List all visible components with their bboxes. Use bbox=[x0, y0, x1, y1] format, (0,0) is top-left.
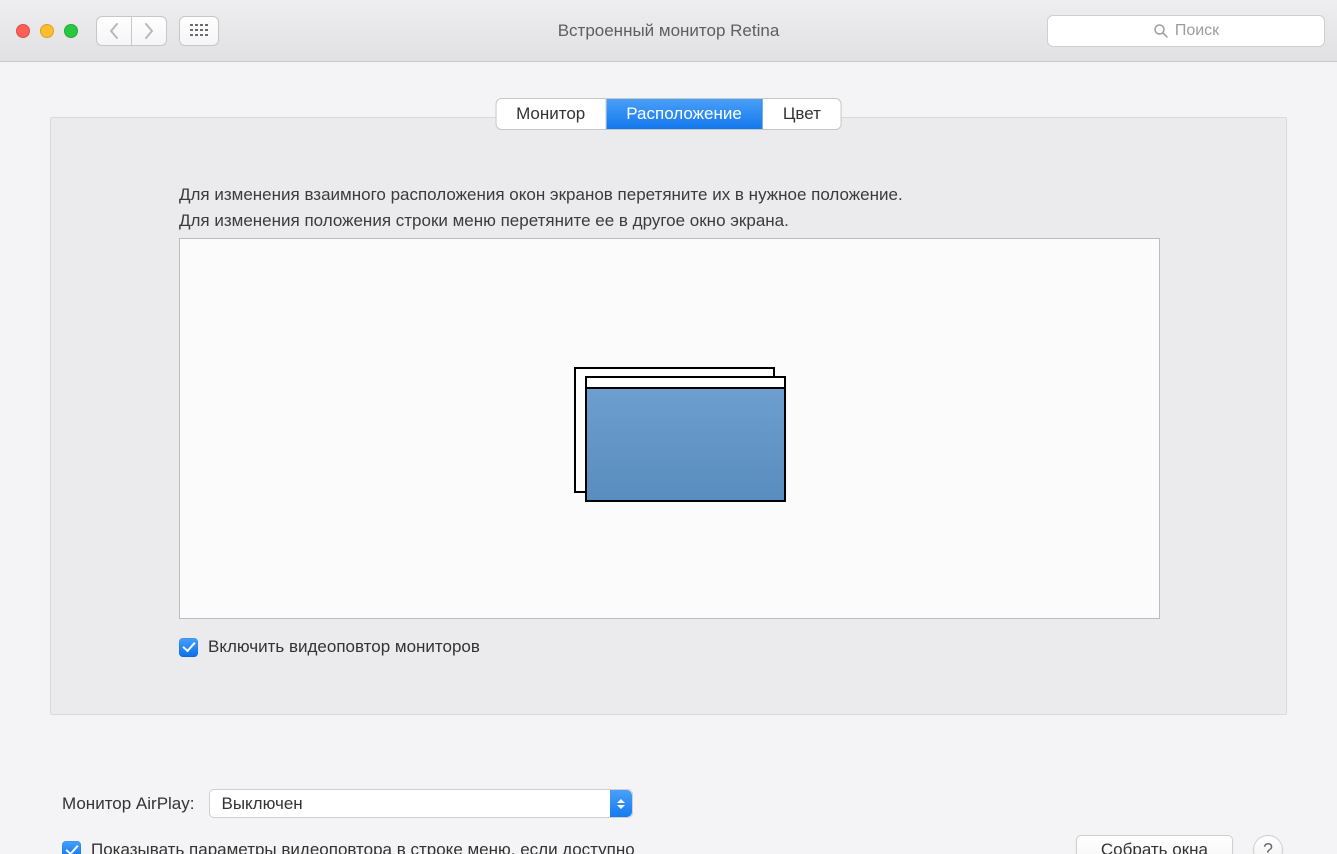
gather-windows-label: Собрать окна bbox=[1101, 840, 1208, 854]
forward-button[interactable] bbox=[131, 16, 167, 46]
tab-arrangement[interactable]: Расположение bbox=[606, 99, 763, 129]
chevron-right-icon bbox=[144, 23, 154, 39]
help-button[interactable]: ? bbox=[1253, 835, 1283, 854]
instructions: Для изменения взаимного расположения око… bbox=[179, 182, 1158, 235]
tab-bar: Монитор Расположение Цвет bbox=[495, 98, 842, 130]
show-mirroring-label: Показывать параметры видеоповтора в стро… bbox=[91, 840, 635, 854]
instruction-line-2: Для изменения положения строки меню пере… bbox=[179, 208, 1158, 234]
mirror-checkbox[interactable] bbox=[179, 638, 198, 657]
tab-color[interactable]: Цвет bbox=[763, 99, 841, 129]
search-icon bbox=[1153, 23, 1169, 39]
search-input[interactable]: Поиск bbox=[1047, 15, 1325, 47]
grid-icon bbox=[190, 24, 208, 38]
instruction-line-1: Для изменения взаимного расположения око… bbox=[179, 182, 1158, 208]
gather-windows-button[interactable]: Собрать окна bbox=[1076, 835, 1233, 854]
back-button[interactable] bbox=[96, 16, 131, 46]
tab-monitor[interactable]: Монитор bbox=[496, 99, 606, 129]
traffic-lights bbox=[16, 24, 78, 38]
close-button[interactable] bbox=[16, 24, 30, 38]
show-mirroring-row: Показывать параметры видеоповтора в стро… bbox=[62, 840, 635, 854]
show-mirroring-checkbox[interactable] bbox=[62, 841, 81, 854]
preference-body: Монитор Расположение Цвет Для изменения … bbox=[0, 62, 1337, 854]
mirror-label: Включить видеоповтор мониторов bbox=[208, 637, 480, 657]
minimize-button[interactable] bbox=[40, 24, 54, 38]
zoom-button[interactable] bbox=[64, 24, 78, 38]
menu-bar-handle[interactable] bbox=[587, 378, 784, 389]
search-placeholder: Поиск bbox=[1175, 22, 1219, 40]
select-stepper-icon bbox=[610, 790, 632, 817]
airplay-label: Монитор AirPlay: bbox=[62, 794, 195, 814]
show-all-button[interactable] bbox=[179, 16, 219, 46]
mirror-row: Включить видеоповтор мониторов bbox=[179, 637, 480, 657]
airplay-row: Монитор AirPlay: Выключен bbox=[62, 789, 633, 818]
help-icon: ? bbox=[1263, 840, 1273, 854]
arrangement-area[interactable] bbox=[179, 238, 1160, 619]
chevron-left-icon bbox=[109, 23, 119, 39]
airplay-select[interactable]: Выключен bbox=[209, 789, 633, 818]
display-primary[interactable] bbox=[585, 376, 786, 502]
arrangement-panel: Для изменения взаимного расположения око… bbox=[50, 117, 1287, 715]
titlebar: Встроенный монитор Retina Поиск bbox=[0, 0, 1337, 62]
nav-buttons bbox=[96, 16, 167, 46]
display-primary-screen bbox=[587, 389, 784, 500]
airplay-value: Выключен bbox=[222, 794, 303, 814]
